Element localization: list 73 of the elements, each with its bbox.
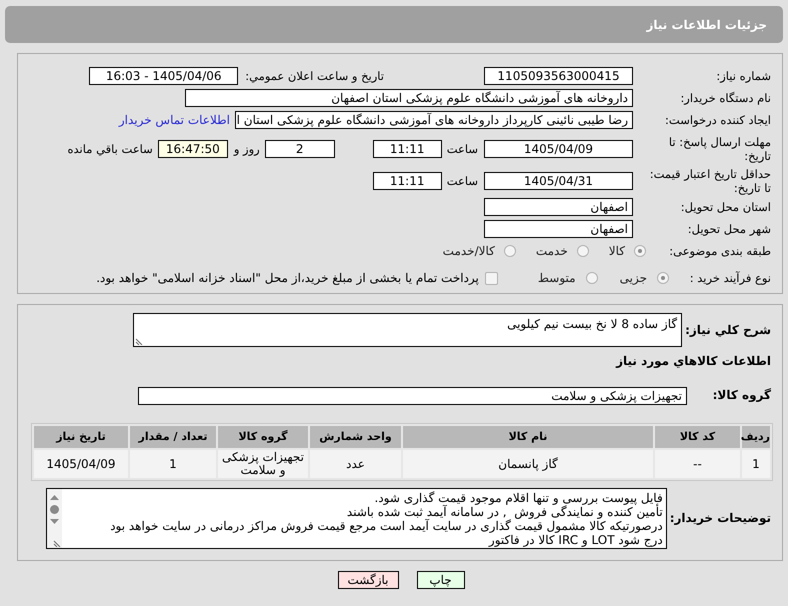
radio-button[interactable] [576, 245, 589, 257]
scroll-up-icon [50, 495, 59, 500]
table-header-cell: تاریخ نیاز [34, 426, 128, 448]
remaining-time-field[interactable]: 16:47:50 [158, 140, 228, 158]
field-label: نوع فرآیند خرید : [688, 271, 771, 285]
note-line: فایل پیوست بررسی و تنها اقلام موجود قیمت گذاری شود. [374, 491, 663, 505]
section-label: توضیحات خریدار: [668, 511, 772, 526]
back-button[interactable]: بازگشت [338, 571, 398, 589]
response-time-field[interactable]: 11:11 [372, 140, 442, 158]
table-cell: عدد [310, 450, 401, 478]
field-label: شماره نیاز: [715, 69, 771, 83]
table-header-cell: نام کالا [403, 426, 653, 448]
delivery-city-field[interactable]: اصفهان [484, 220, 633, 238]
table-cell: 1 [742, 450, 770, 478]
buyer-organization-field[interactable]: داروخانه های آموزشی دانشگاه علوم پزشکی استان اصفهان [185, 89, 633, 107]
radio-button[interactable] [504, 245, 516, 257]
radio-label: خدمت [536, 243, 568, 260]
remaining-days-field[interactable]: 2 [264, 140, 335, 158]
table-header-cell: کد کالا [655, 426, 740, 448]
note-line: درج شود LOT و IRC کالا در فاکتور [488, 533, 663, 547]
product-group-field[interactable]: تجهیزات پزشکی و سلامت [138, 386, 687, 404]
table-header-cell: واحد شمارش [310, 426, 401, 448]
radio-button[interactable] [634, 245, 646, 257]
announcement-date-field[interactable]: 1405/04/06 - 16:03 [89, 67, 238, 85]
scrollbar[interactable] [46, 489, 62, 548]
table-cell: گاز پانسمان [403, 450, 653, 478]
radio-label: کالا/خدمت [442, 243, 495, 260]
field-label: طبقه بندی موضوعی: [668, 244, 771, 258]
section-label: گروه کالا: [712, 388, 772, 403]
table-header-cell: گروه کالا [218, 426, 308, 448]
field-label: استان محل تحویل: [680, 200, 771, 214]
note-line: درصورتیکه کالا مشمول قیمت گذاری در سایت آیمد است مرجع قیمت فروش مراکز درمانی در سایت خواهد بود [110, 519, 663, 533]
summary-field[interactable]: گاز ساده 8 لا نخ بیست نیم کیلویی [133, 313, 682, 347]
field-label: ساعت باقي مانده [68, 142, 153, 156]
field-label: مهلت ارسال پاسخ: تا تاریخ: [668, 135, 771, 163]
table-cell: -- [655, 450, 740, 478]
need-number-field[interactable]: 1105093563000415 [484, 67, 633, 85]
table-cell: 1405/04/09 [34, 450, 128, 478]
note-line: تأمین کننده و نمایندگی فروش , در سامانه آیمد ثبت شده باشند [346, 505, 663, 519]
print-button[interactable]: چاپ [416, 571, 464, 589]
checkbox[interactable] [484, 272, 498, 284]
table-header-cell: ردیف [742, 426, 770, 448]
radio-label: جزیی [620, 270, 647, 287]
radio-label: کالا [608, 243, 625, 260]
response-date-field[interactable]: 1405/04/09 [484, 140, 633, 158]
delivery-province-field[interactable]: اصفهان [484, 198, 633, 216]
treasury-payment-label: پرداخت تمام یا بخشی از مبلغ خرید،از محل "اسناد خزانه اسلامی" خواهد بود. [96, 270, 479, 287]
radio-button[interactable] [586, 272, 598, 284]
field-label: تاریخ و ساعت اعلان عمومي: [245, 69, 384, 83]
field-label: ایجاد کننده درخواست: [664, 113, 771, 127]
section-label: اطلاعات کالاهاي مورد نياز [616, 354, 772, 369]
field-label: روز و [234, 142, 260, 156]
price-validity-date-field[interactable]: 1405/04/31 [484, 172, 633, 190]
field-label: نام دستگاه خریدار: [679, 91, 771, 105]
section-label: شرح کلي نياز: [684, 322, 772, 338]
resize-handle-icon [52, 538, 62, 547]
resize-handle-icon [135, 336, 144, 345]
field-label: ساعت [446, 174, 478, 188]
buyer-contact-link[interactable]: اطلاعات تماس خریدار [118, 111, 230, 129]
field-label: شهر محل تحویل: [686, 222, 771, 236]
field-label: ساعت [446, 142, 478, 156]
scroll-thumb-icon [50, 505, 59, 514]
table-cell: 1 [130, 450, 216, 478]
radio-button[interactable] [657, 272, 669, 284]
table-cell: تجهیزات پزشکی و سلامت [218, 450, 308, 478]
field-label: حداقل تاریخ اعتبار قیمت: تا تاریخ: [648, 167, 771, 195]
radio-label: متوسط [538, 270, 576, 287]
table-header-cell: تعداد / مقدار [130, 426, 216, 448]
scroll-down-icon [50, 519, 59, 524]
notes-field[interactable] [46, 488, 667, 549]
requester-field[interactable]: رضا طیبی نائینی کارپرداز داروخانه های آموزشی دانشگاه علوم پزشکی استان ا [235, 111, 633, 129]
price-validity-time-field[interactable]: 11:11 [372, 172, 442, 190]
page-title: جزئیات اطلاعات نیاز [646, 16, 767, 34]
